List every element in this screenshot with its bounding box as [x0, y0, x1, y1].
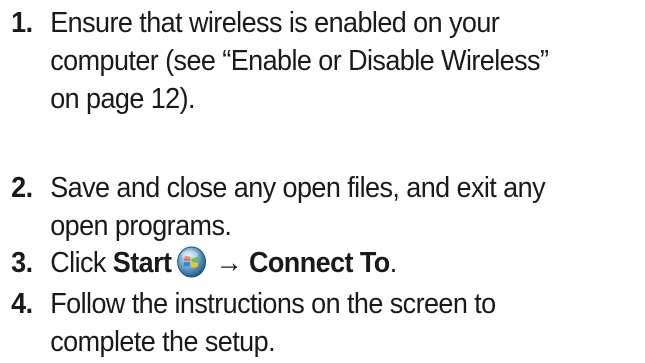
step-number: 4.: [11, 288, 33, 320]
step-line: Follow the instructions on the screen to: [50, 288, 496, 320]
step-text: Ensure that wireless is enabled on your …: [0, 4, 595, 118]
step-line: open programs.: [50, 210, 232, 242]
menu-arrow: →: [208, 247, 249, 279]
windows-start-orb-icon: [177, 246, 207, 278]
step-line: Ensure that wireless is enabled on your: [50, 7, 500, 39]
step-text: Click Start → Connect To.: [0, 244, 595, 282]
start-label: Start: [112, 247, 172, 279]
step-suffix: .: [389, 247, 398, 279]
step-number: 1.: [11, 7, 33, 39]
step-1: 1. Ensure that wireless is enabled on yo…: [0, 4, 595, 118]
connect-to-label: Connect To: [248, 247, 390, 279]
step-number: 3.: [11, 247, 33, 279]
step-number: 2.: [11, 172, 33, 204]
step-text: Follow the instructions on the screen to…: [0, 285, 595, 361]
step-line: on page 12).: [50, 83, 195, 115]
step-line: complete the setup.: [50, 326, 276, 358]
step-prefix: Click: [50, 247, 113, 279]
step-text: Save and close any open files, and exit …: [0, 169, 595, 245]
step-line: Save and close any open files, and exit …: [50, 172, 545, 204]
step-line: computer (see “Enable or Disable Wireles…: [50, 45, 549, 77]
step-3: 3. Click Start → Connect To.: [0, 244, 595, 282]
step-line: Click Start → Connect To.: [50, 244, 595, 282]
step-2: 2. Save and close any open files, and ex…: [0, 169, 595, 245]
step-4: 4. Follow the instructions on the screen…: [0, 285, 595, 361]
